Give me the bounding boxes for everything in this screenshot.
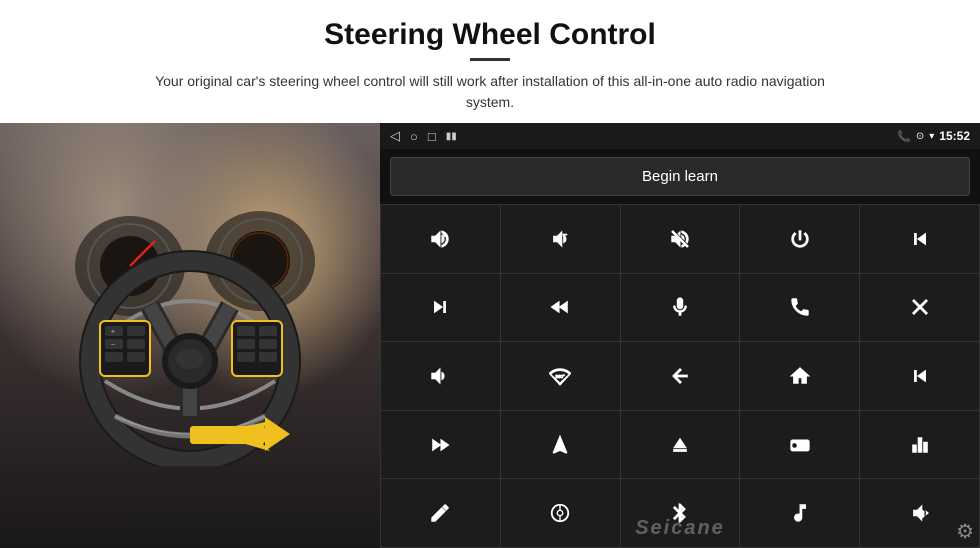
back-button[interactable] [621, 342, 740, 410]
signal-bars-icon: ▮▮ [446, 131, 457, 142]
volume-down-button[interactable]: − [501, 205, 620, 273]
steering-wheel-container: + − [0, 123, 380, 548]
fast-forward-button[interactable] [381, 411, 500, 479]
svg-text:−: − [111, 340, 116, 349]
begin-learn-row: Begin learn [380, 149, 980, 204]
content-row: + − [0, 123, 980, 548]
music-button[interactable] [740, 479, 859, 547]
header-section: Steering Wheel Control Your original car… [0, 0, 980, 123]
clock-display: 15:52 [939, 129, 970, 143]
home-button[interactable] [740, 342, 859, 410]
page-wrapper: Steering Wheel Control Your original car… [0, 0, 980, 548]
nav-recents-icon[interactable]: □ [428, 129, 436, 144]
360-view-button[interactable]: 360° [501, 342, 620, 410]
nav-back-icon[interactable]: ◁ [390, 128, 400, 144]
svg-text:+: + [111, 327, 116, 336]
status-right: 📞 ⊙ ▾ 15:52 [897, 129, 970, 143]
page-title: Steering Wheel Control [60, 18, 920, 52]
phone-status-icon: 📞 [897, 130, 911, 143]
nav-home-icon[interactable]: ○ [410, 129, 418, 144]
prev-track-button[interactable] [860, 205, 979, 273]
begin-learn-button[interactable]: Begin learn [390, 157, 970, 196]
power-button[interactable] [740, 205, 859, 273]
android-screen: ◁ ○ □ ▮▮ 📞 ⊙ ▾ 15:52 Begin learn [380, 123, 980, 548]
pen-button[interactable] [381, 479, 500, 547]
status-left: ◁ ○ □ ▮▮ [390, 128, 457, 144]
skip-forward-button[interactable] [381, 274, 500, 342]
volume-up-button[interactable]: + [381, 205, 500, 273]
steering-control-button[interactable] [501, 479, 620, 547]
navigation-button[interactable] [501, 411, 620, 479]
svg-text:+: + [443, 230, 447, 239]
fast-backward-button[interactable] [501, 274, 620, 342]
title-divider [470, 58, 510, 61]
microphone-button[interactable] [621, 274, 740, 342]
horn-button[interactable] [381, 342, 500, 410]
svg-text:−: − [563, 230, 567, 239]
equalizer-button[interactable] [860, 411, 979, 479]
svg-text:360°: 360° [556, 374, 566, 379]
location-status-icon: ⊙ [916, 131, 924, 142]
skip-prev-button[interactable] [860, 342, 979, 410]
status-bar: ◁ ○ □ ▮▮ 📞 ⊙ ▾ 15:52 [380, 123, 980, 149]
page-subtitle: Your original car's steering wheel contr… [140, 71, 840, 113]
car-photo: + − [0, 123, 380, 548]
mute-button[interactable] [621, 205, 740, 273]
bluetooth-button[interactable] [621, 479, 740, 547]
wifi-status-icon: ▾ [929, 131, 934, 142]
hang-up-button[interactable] [860, 274, 979, 342]
radio-button[interactable] [740, 411, 859, 479]
eject-button[interactable] [621, 411, 740, 479]
control-grid: + − [380, 204, 980, 548]
settings-gear-icon[interactable]: ⚙ [956, 519, 974, 544]
steering-wheel-svg: + − [50, 206, 330, 466]
phone-call-button[interactable] [740, 274, 859, 342]
